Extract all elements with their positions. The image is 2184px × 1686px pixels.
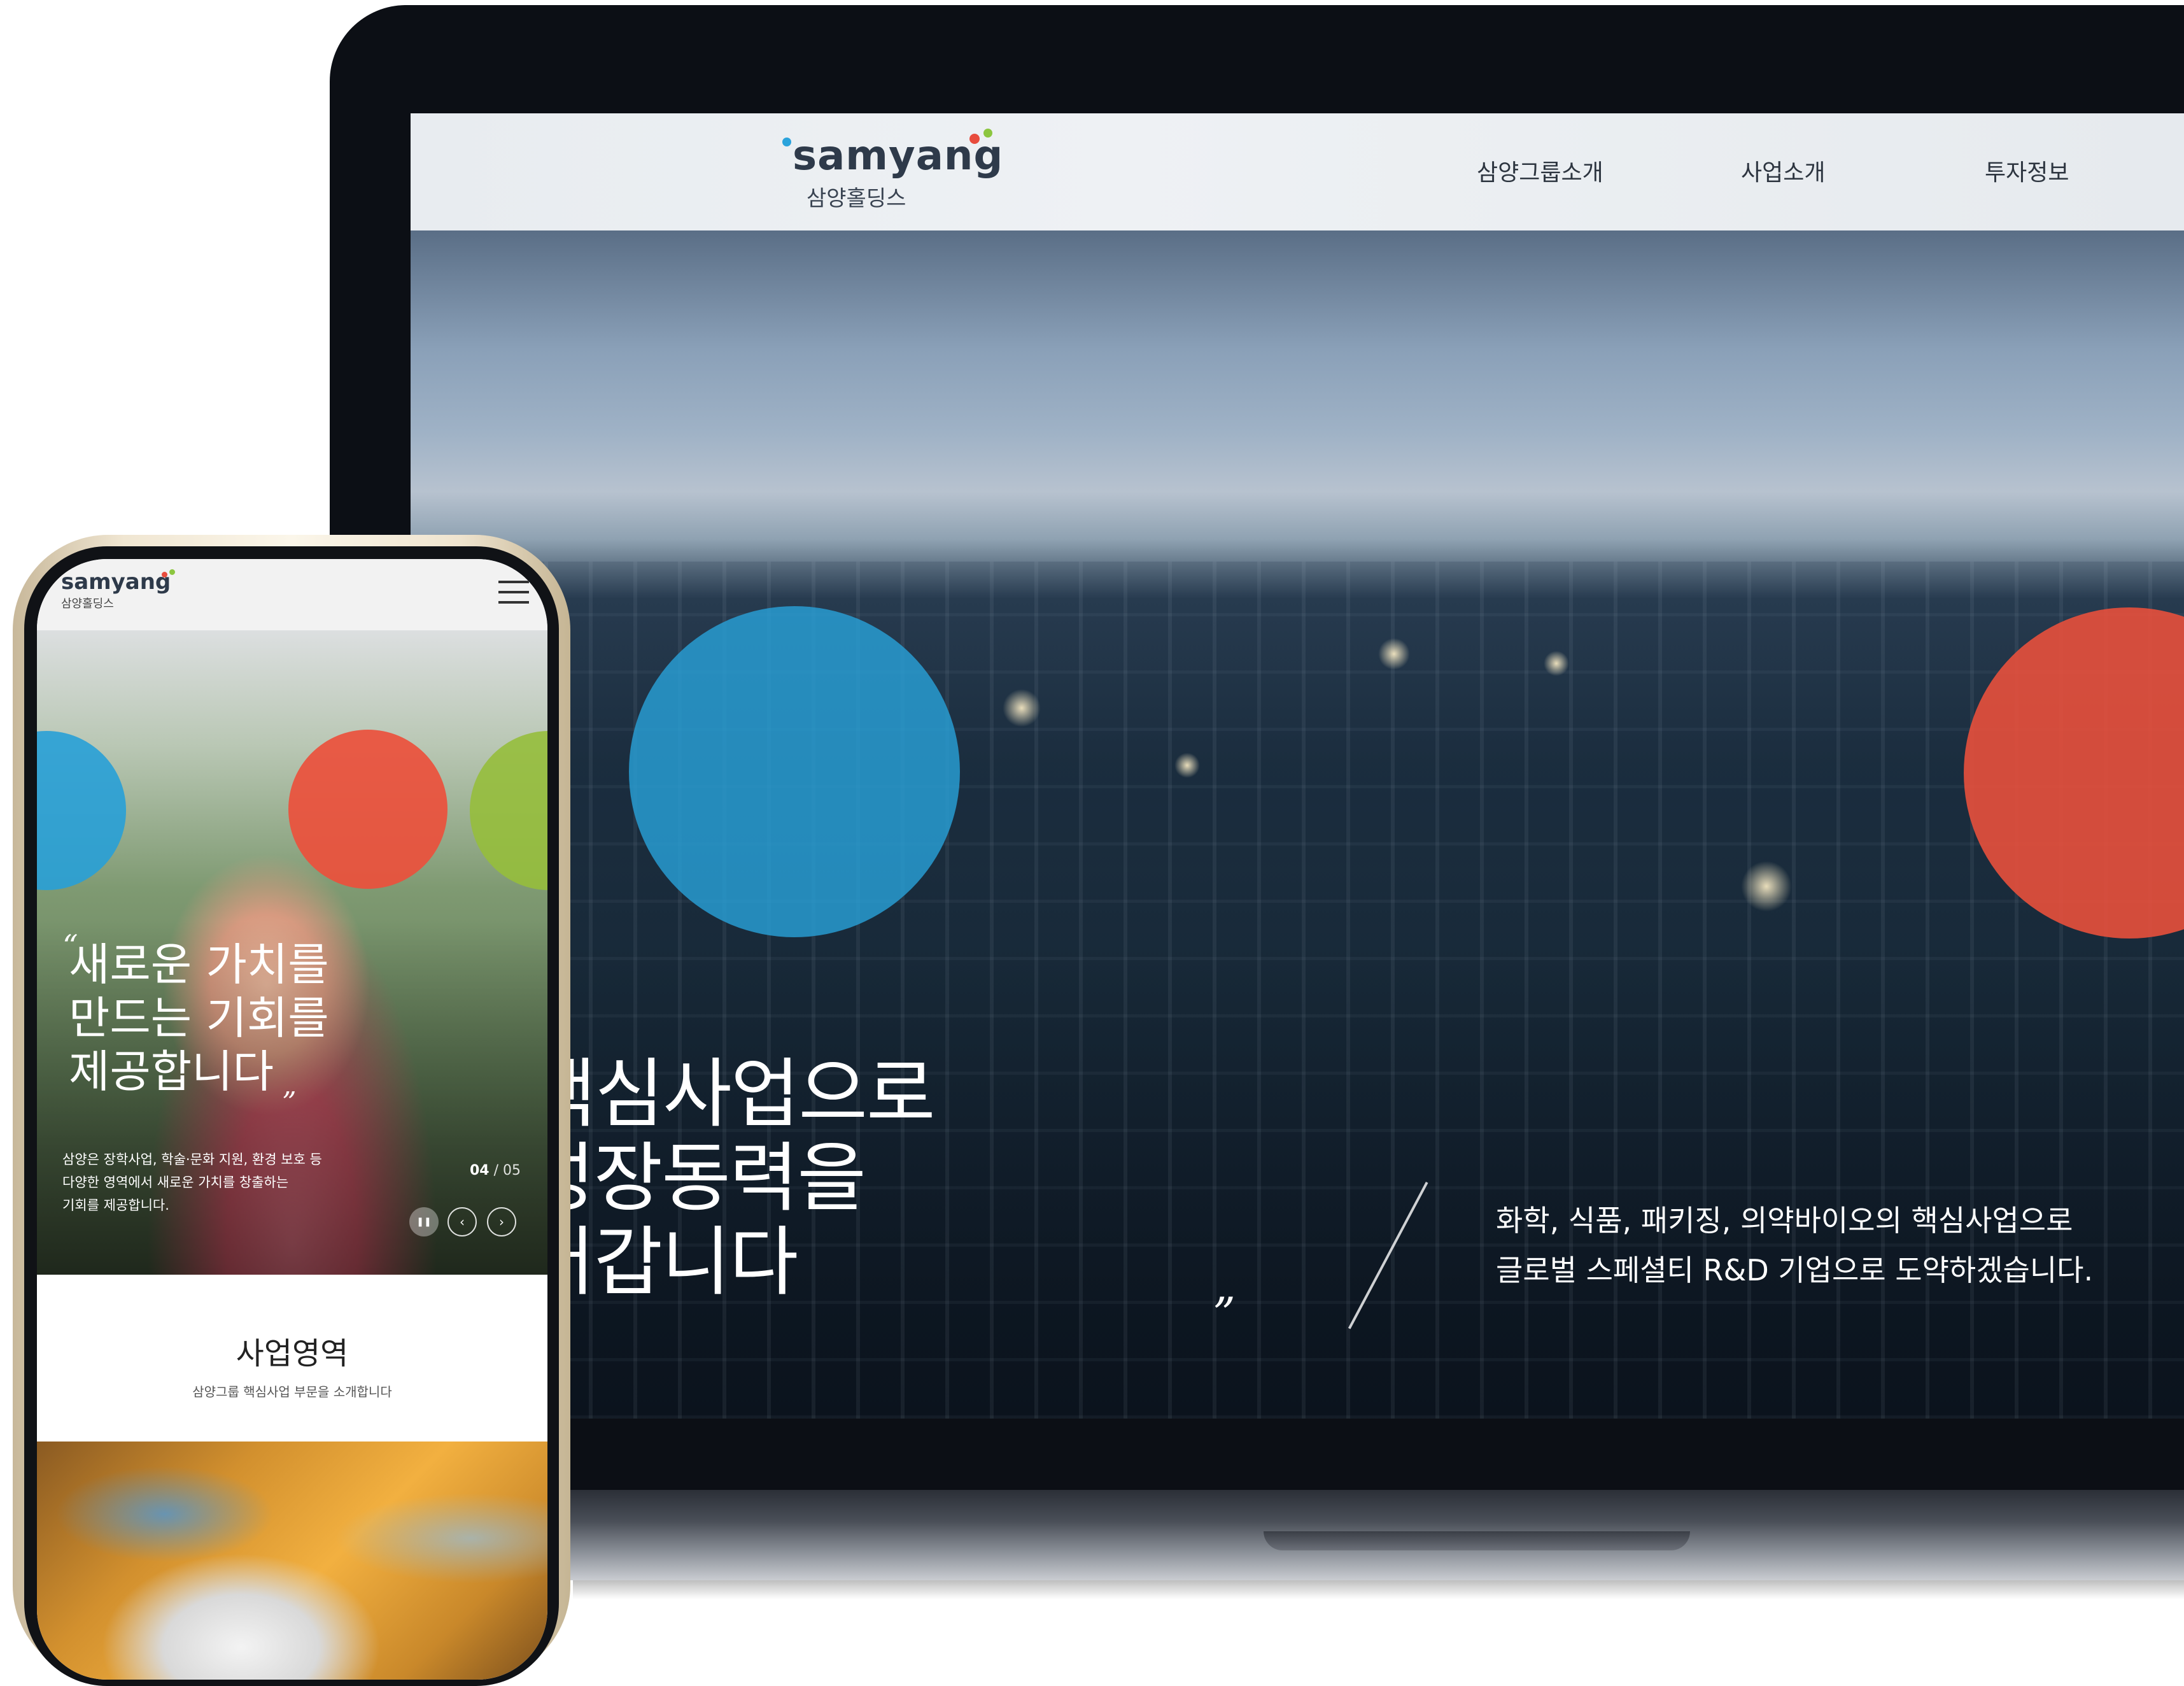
desktop-logo[interactable]: samyang 삼양홀딩스	[782, 129, 1003, 212]
business-area-image[interactable]	[37, 1442, 547, 1680]
plant-light	[1003, 689, 1041, 727]
section-title: 사업영역	[236, 1336, 349, 1371]
plant-light	[1741, 861, 1792, 912]
quote-close-mark: ”	[282, 1086, 297, 1119]
logo-dot-green	[169, 569, 175, 575]
quote-close-mark: ”	[1213, 1288, 1236, 1340]
mobile-hero-headline: 새로운 가치를 만드는 기회를 제공합니다	[69, 938, 329, 1098]
hero-headline-line: 만드는 기회를	[69, 992, 329, 1044]
hero-description-line: 기회를 제공합니다.	[62, 1198, 169, 1213]
laptop-screen: samyang 삼양홀딩스 삼양그룹소개 사업소개 투자정보 “ 4대 핵심사업…	[411, 113, 2184, 1419]
slide-counter-separator: /	[493, 1163, 499, 1179]
logo-subtitle: 삼양홀딩스	[61, 597, 114, 611]
hero-description: 화학, 식품, 패키징, 의약바이오의 핵심사업으로 글로벌 스페셜티 R&D …	[1496, 1196, 2093, 1295]
plant-light	[1174, 753, 1200, 778]
mobile-header: samyang 삼양홀딩스	[37, 559, 547, 630]
hamburger-icon[interactable]	[498, 581, 529, 606]
hero-description-line: 삼양은 장학사업, 학술·문화 지원, 환경 보호 등	[62, 1152, 322, 1167]
hero-headline-line: 새로운 가치를	[69, 939, 329, 991]
nav-item-investor[interactable]: 투자정보	[1985, 154, 2069, 187]
phone-screen: samyang 삼양홀딩스 “ 새로운 가치를 만드는 기회를 제공합니다 ” …	[37, 559, 547, 1680]
logo-subtitle: 삼양홀딩스	[807, 186, 906, 211]
laptop-shadow	[573, 1580, 2184, 1599]
slide-counter-total: 05	[503, 1163, 521, 1179]
hero-description-line: 글로벌 스페셜티 R&D 기업으로 도약하겠습니다.	[1496, 1253, 2094, 1287]
nav-item-group-intro[interactable]: 삼양그룹소개	[1477, 154, 1603, 187]
slide-counter: 04 / 05	[470, 1163, 521, 1179]
logo-wordmark: samyang	[61, 569, 171, 595]
logo-dot-blue	[782, 138, 791, 146]
plant-light	[1544, 651, 1569, 676]
chevron-left-icon[interactable]: ‹	[447, 1207, 477, 1236]
section-subtitle: 삼양그룹 핵심사업 부문을 소개합니다	[192, 1384, 392, 1399]
hero-description-line: 다양한 영역에서 새로운 가치를 창출하는	[62, 1175, 289, 1190]
logo-dot-red	[162, 572, 167, 577]
logo-dot-red	[969, 134, 980, 144]
hero-description-line: 화학, 식품, 패키징, 의약바이오의 핵심사업으로	[1496, 1203, 2073, 1238]
chevron-right-icon[interactable]: ›	[487, 1207, 516, 1236]
mobile-logo[interactable]: samyang 삼양홀딩스	[61, 569, 175, 611]
decor-circle-blue	[629, 606, 960, 937]
logo-dot-green	[983, 129, 992, 138]
pause-icon[interactable]: ❚❚	[409, 1207, 439, 1236]
plant-light	[1378, 638, 1410, 670]
slide-counter-current: 04	[470, 1163, 490, 1179]
nav-item-business[interactable]: 사업소개	[1741, 154, 1825, 187]
desktop-header: samyang 삼양홀딩스 삼양그룹소개 사업소개 투자정보	[411, 113, 2184, 230]
mobile-hero-description: 삼양은 장학사업, 학술·문화 지원, 환경 보호 등 다양한 영역에서 새로운…	[62, 1148, 322, 1217]
laptop-hinge-notch	[1264, 1531, 1690, 1550]
